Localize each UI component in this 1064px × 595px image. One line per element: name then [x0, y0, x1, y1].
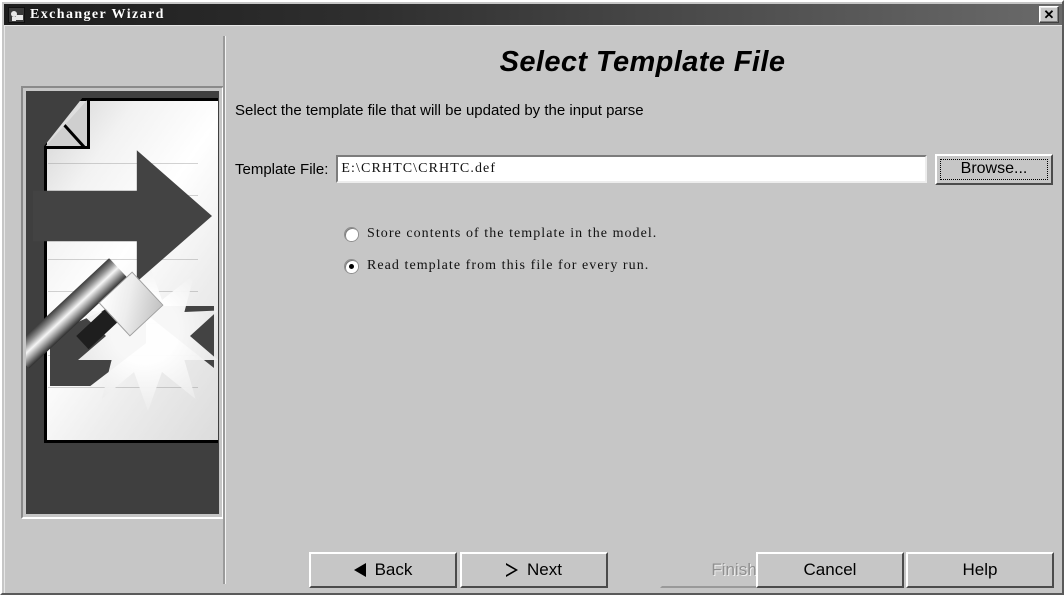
template-file-value: E:\CRHTC\CRHTC.def [341, 161, 497, 176]
cancel-button-label: Cancel [803, 560, 857, 579]
back-button-label: Back [374, 560, 413, 579]
fold-edge-vertical [87, 98, 90, 148]
page-title: Select Template File [499, 46, 786, 78]
help-button[interactable]: Help [906, 552, 1054, 588]
template-file-input[interactable]: E:\CRHTC\CRHTC.def [336, 155, 927, 183]
option-read-from-file[interactable]: Read template from this file for every r… [345, 258, 649, 274]
browse-button[interactable]: Browse... [935, 153, 1053, 185]
browse-button-label: Browse... [960, 160, 1028, 177]
template-file-label: Template File: [235, 160, 329, 178]
folded-corner-shape [44, 98, 89, 148]
wizard-illustration-image [26, 91, 219, 514]
next-button[interactable]: Next [460, 552, 608, 588]
triangle-left-icon [343, 563, 366, 577]
cancel-button[interactable]: Cancel [756, 552, 904, 588]
vertical-divider [223, 36, 226, 584]
client-area: Select Template File Select the template… [4, 25, 1062, 593]
wizard-button-bar: Back Next Finish Cancel Help [5, 534, 1062, 590]
sheet-top-edge [82, 98, 218, 101]
help-button-label: Help [962, 560, 998, 579]
fold-edge-horizontal [44, 146, 90, 149]
radio-icon-store-in-model[interactable] [345, 227, 358, 241]
exchanger-wizard-window: Exchanger Wizard ✕ Select Template File … [0, 0, 1064, 595]
back-button[interactable]: Back [309, 552, 457, 588]
app-icon [8, 6, 25, 23]
illustration-panel [21, 86, 224, 519]
finish-button-label: Finish [711, 560, 757, 579]
next-button-label: Next [527, 560, 562, 579]
option-store-in-model-label: Store contents of the template in the mo… [367, 226, 658, 241]
triangle-right-icon [506, 563, 519, 577]
option-read-from-file-label: Read template from this file for every r… [367, 258, 650, 273]
title-bar: Exchanger Wizard ✕ [4, 4, 1062, 25]
option-store-in-model[interactable]: Store contents of the template in the mo… [345, 226, 657, 242]
close-button[interactable]: ✕ [1039, 6, 1059, 23]
page-subtitle: Select the template file that will be up… [235, 102, 644, 119]
window-title: Exchanger Wizard [30, 6, 165, 22]
illustration-background [26, 446, 219, 514]
radio-icon-read-from-file[interactable] [345, 259, 358, 273]
template-file-row: Template File: E:\CRHTC\CRHTC.def Browse… [235, 153, 1053, 185]
close-icon: ✕ [1043, 7, 1055, 22]
